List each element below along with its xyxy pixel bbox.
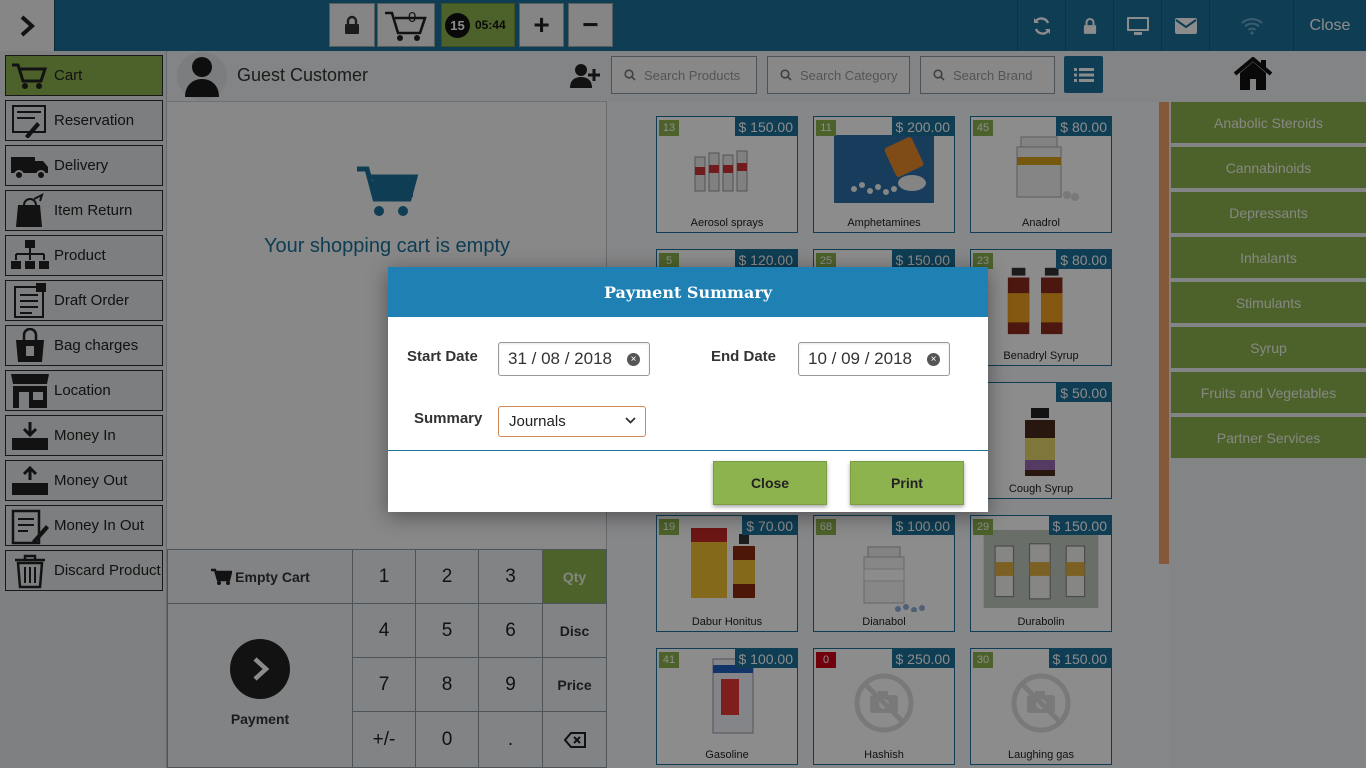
clear-icon[interactable]: ×	[627, 353, 640, 366]
start-date-value: 31 / 08 / 2018	[508, 349, 612, 368]
summary-label: Summary	[414, 410, 483, 427]
payment-summary-dialog: Payment Summary Start Date 31 / 08 / 201…	[388, 267, 988, 512]
end-date-input[interactable]: 10 / 09 / 2018 ×	[798, 342, 950, 376]
print-button[interactable]: Print	[850, 461, 964, 505]
summary-select[interactable]: Journals	[498, 406, 646, 437]
end-date-label: End Date	[711, 348, 777, 365]
start-date-input[interactable]: 31 / 08 / 2018 ×	[498, 342, 650, 376]
end-date-value: 10 / 09 / 2018	[808, 349, 912, 368]
start-date-label: Start Date	[407, 348, 478, 365]
clear-icon[interactable]: ×	[927, 353, 940, 366]
summary-selected-value: Journals	[509, 413, 566, 430]
chevron-down-icon	[625, 417, 636, 424]
dialog-divider	[388, 450, 988, 451]
close-button[interactable]: Close	[713, 461, 827, 505]
dialog-title: Payment Summary	[388, 267, 988, 317]
